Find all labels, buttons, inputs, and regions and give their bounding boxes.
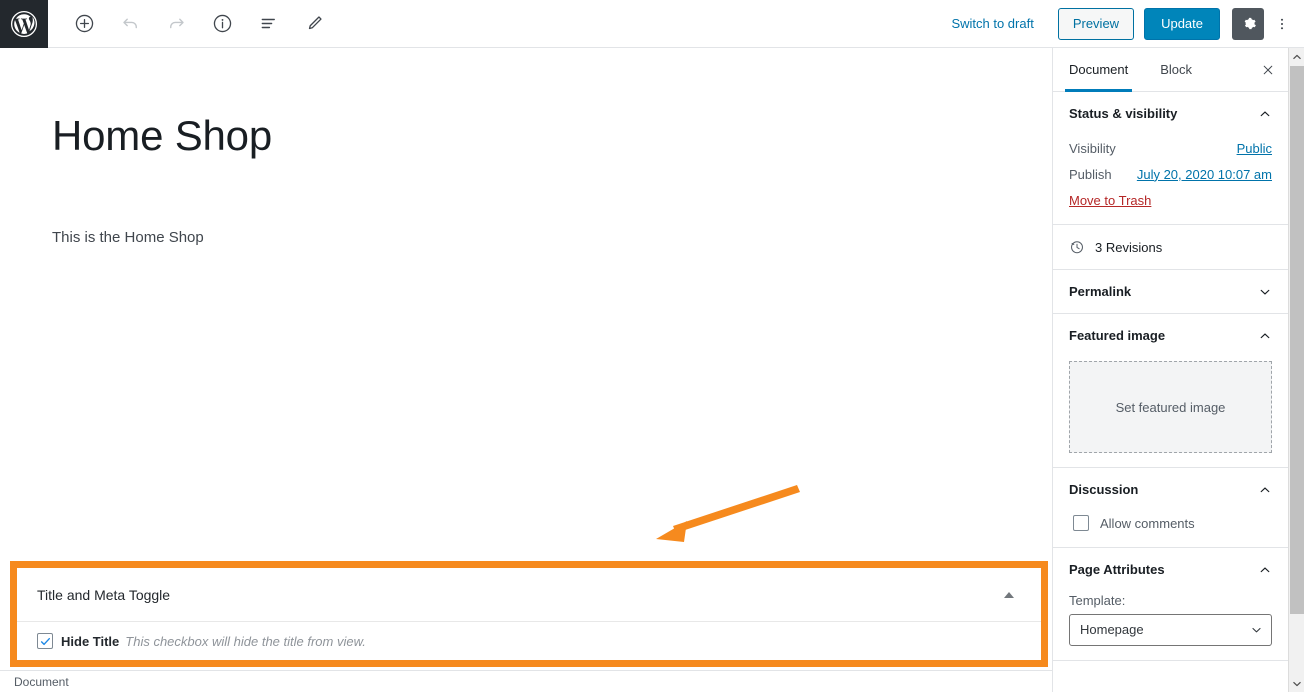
template-select-wrapper: Homepage: [1069, 614, 1272, 646]
panel-featured-image: Featured image Set featured image: [1053, 314, 1288, 468]
tab-block[interactable]: Block: [1144, 48, 1208, 91]
publish-row: Publish July 20, 2020 10:07 am: [1069, 161, 1272, 187]
edit-mode-pencil-button[interactable]: [296, 6, 332, 42]
panel-header-permalink[interactable]: Permalink: [1053, 270, 1288, 313]
allow-comments-label[interactable]: Allow comments: [1100, 516, 1195, 531]
preview-button[interactable]: Preview: [1057, 7, 1135, 40]
visibility-row: Visibility Public: [1069, 135, 1272, 161]
metabox-body: Hide Title This checkbox will hide the t…: [17, 622, 1041, 660]
panel-body-status-visibility: Visibility Public Publish July 20, 2020 …: [1053, 135, 1288, 224]
more-menu-button[interactable]: [1268, 8, 1296, 40]
title-and-meta-toggle-metabox: Title and Meta Toggle Hide Title This ch…: [17, 568, 1041, 660]
allow-comments-row: Allow comments: [1069, 511, 1272, 533]
panel-title-permalink: Permalink: [1069, 284, 1132, 299]
add-block-button[interactable]: [66, 6, 102, 42]
chevron-up-icon: [1258, 483, 1272, 497]
panel-header-discussion[interactable]: Discussion: [1053, 468, 1288, 511]
move-to-trash-button[interactable]: Move to Trash: [1069, 187, 1151, 208]
metabox-title: Title and Meta Toggle: [37, 586, 171, 603]
history-clock-icon: [1069, 239, 1085, 255]
hide-title-row: Hide Title This checkbox will hide the t…: [37, 633, 366, 649]
toolbar-right-actions: Switch to draft Preview Update: [941, 7, 1304, 40]
panel-body-featured-image: Set featured image: [1053, 361, 1288, 467]
revisions-button[interactable]: 3 Revisions: [1053, 225, 1288, 269]
editor-toolbar: Switch to draft Preview Update: [0, 0, 1304, 48]
switch-to-draft-button[interactable]: Switch to draft: [941, 10, 1043, 37]
settings-gear-button[interactable]: [1232, 7, 1264, 40]
gear-icon: [1240, 15, 1257, 32]
undo-button[interactable]: [112, 6, 148, 42]
panel-revisions: 3 Revisions: [1053, 225, 1288, 270]
chevron-up-icon: [1258, 329, 1272, 343]
panel-header-status-visibility[interactable]: Status & visibility: [1053, 92, 1288, 135]
block-navigation-button[interactable]: [250, 6, 286, 42]
chevron-up-icon: [1258, 107, 1272, 121]
chevron-up-icon: [1258, 563, 1272, 577]
panel-title-discussion: Discussion: [1069, 482, 1139, 497]
close-sidebar-button[interactable]: [1248, 48, 1288, 91]
redo-button[interactable]: [158, 6, 194, 42]
publish-label: Publish: [1069, 166, 1112, 182]
title-meta-toggle-highlight: Title and Meta Toggle Hide Title This ch…: [10, 561, 1048, 667]
template-select[interactable]: Homepage: [1069, 614, 1272, 646]
panel-title-page-attributes: Page Attributes: [1069, 562, 1165, 577]
triangle-up-icon: [1004, 591, 1014, 598]
checkmark-icon: [40, 637, 50, 645]
breadcrumb-item-document[interactable]: Document: [14, 675, 69, 689]
hide-title-checkbox[interactable]: [37, 633, 53, 649]
sidebar-scrollbar[interactable]: [1288, 48, 1304, 692]
hide-title-label[interactable]: Hide Title: [61, 634, 119, 649]
revisions-label: 3 Revisions: [1095, 239, 1163, 255]
allow-comments-checkbox[interactable]: [1073, 515, 1089, 531]
paragraph-block[interactable]: This is the Home Shop: [52, 226, 204, 250]
panel-page-attributes: Page Attributes Template: Homepage: [1053, 548, 1288, 661]
publish-date-button[interactable]: July 20, 2020 10:07 am: [1137, 167, 1272, 182]
update-button[interactable]: Update: [1144, 7, 1220, 40]
toolbar-left-tools: [66, 6, 332, 42]
scrollbar-down-button[interactable]: [1289, 675, 1304, 692]
wordpress-logo-icon[interactable]: [0, 0, 48, 48]
tab-document[interactable]: Document: [1053, 48, 1144, 92]
panel-discussion: Discussion Allow comments: [1053, 468, 1288, 548]
set-featured-image-button[interactable]: Set featured image: [1069, 361, 1272, 453]
template-field-label: Template:: [1069, 593, 1126, 608]
panel-body-page-attributes: Template: Homepage: [1053, 591, 1288, 660]
content-info-button[interactable]: [204, 6, 240, 42]
close-icon: [1261, 63, 1275, 77]
chevron-down-icon: [1292, 679, 1302, 689]
panel-status-visibility: Status & visibility Visibility Public Pu…: [1053, 92, 1288, 225]
metabox-collapse-toggle[interactable]: [1001, 587, 1017, 603]
scrollbar-thumb[interactable]: [1290, 66, 1304, 614]
chevron-down-icon: [1258, 285, 1272, 299]
visibility-label: Visibility: [1069, 140, 1116, 156]
breadcrumb: Document: [0, 670, 1052, 692]
wordpress-block-editor: Switch to draft Preview Update Home Shop…: [0, 0, 1304, 692]
scrollbar-up-button[interactable]: [1289, 48, 1304, 65]
kebab-menu-icon: [1274, 16, 1290, 32]
hide-title-description: This checkbox will hide the title from v…: [125, 633, 366, 649]
sidebar-tabs: Document Block: [1053, 48, 1288, 92]
panel-header-page-attributes[interactable]: Page Attributes: [1053, 548, 1288, 591]
panel-header-featured-image[interactable]: Featured image: [1053, 314, 1288, 357]
metabox-header[interactable]: Title and Meta Toggle: [17, 568, 1041, 622]
visibility-value-button[interactable]: Public: [1237, 141, 1272, 156]
panel-title-featured-image: Featured image: [1069, 328, 1166, 343]
set-featured-image-label: Set featured image: [1115, 399, 1226, 415]
settings-sidebar: Document Block Status & visibility Visib…: [1052, 48, 1288, 692]
panel-title-status-visibility: Status & visibility: [1069, 106, 1178, 121]
panel-body-discussion: Allow comments: [1053, 511, 1288, 547]
chevron-up-icon: [1292, 52, 1302, 62]
panel-permalink: Permalink: [1053, 270, 1288, 314]
post-title[interactable]: Home Shop: [52, 112, 272, 159]
